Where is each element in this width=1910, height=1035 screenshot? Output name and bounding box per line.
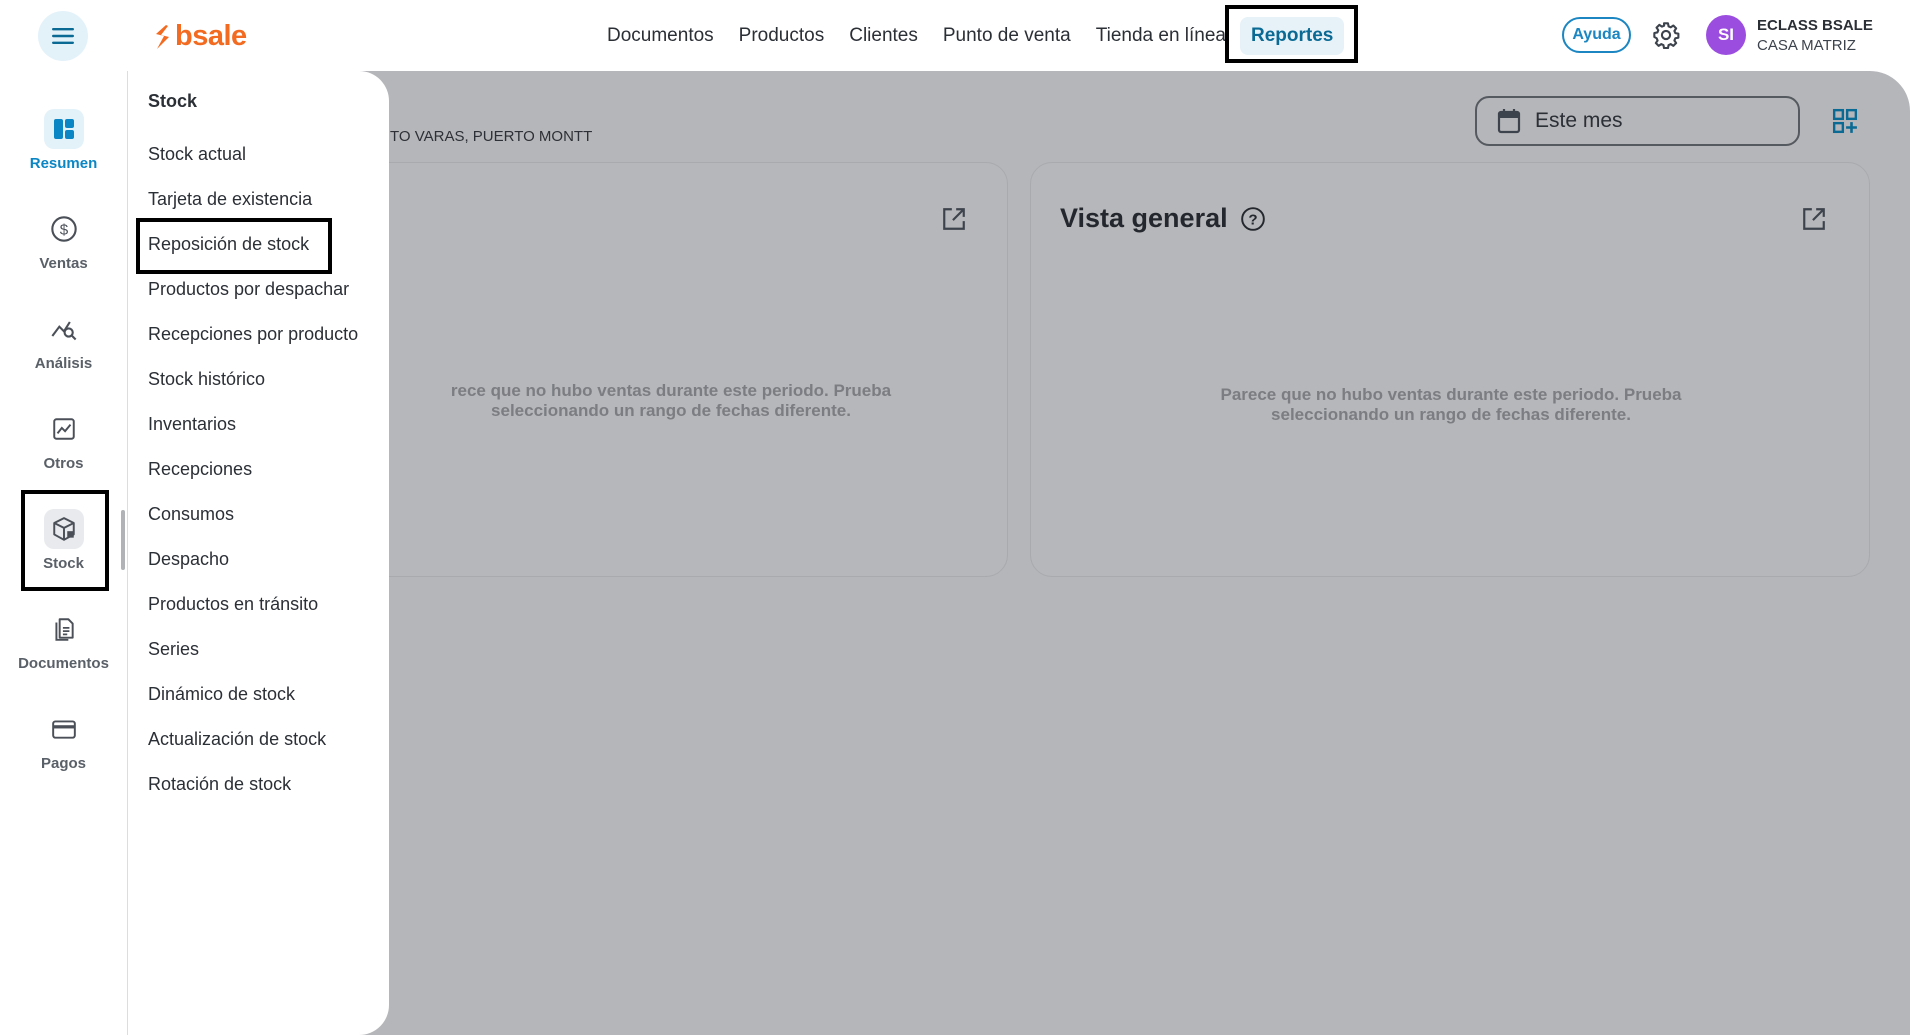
top-bar: bsale Documentos Productos Clientes Punt… [0,0,1910,71]
menu-toggle-button[interactable] [38,11,88,61]
menu-item-productos-en-transito[interactable]: Productos en tránsito [148,594,318,615]
analysis-icon [44,309,84,349]
sidebar-item-documentos[interactable]: Documentos [0,609,127,672]
empty-state-message: rece que no hubo ventas durante este per… [381,381,961,421]
highlight-box-reportes [1225,5,1358,63]
svg-text:$: $ [59,221,68,238]
sidebar-item-ventas[interactable]: $ Ventas [0,209,127,272]
sidebar-item-label: Otros [43,455,84,472]
card-title: Vista general ? [1060,203,1266,234]
date-filter-select[interactable]: Este mes [1475,96,1800,146]
logo-text: bsale [175,20,247,52]
bsale-logo[interactable]: bsale [153,20,247,53]
open-external-button[interactable] [1801,206,1827,232]
menu-item-stock-historico[interactable]: Stock histórico [148,369,265,390]
panel-scroll-handle[interactable] [121,510,125,570]
nav-punto-de-venta[interactable]: Punto de venta [943,25,1071,47]
user-name: ECLASS BSALE [1757,17,1873,34]
nav-clientes[interactable]: Clientes [849,25,918,47]
user-info[interactable]: ECLASS BSALE CASA MATRIZ [1757,17,1873,54]
help-circle-icon[interactable]: ? [1240,206,1266,232]
card-title-text: Vista general [1060,203,1228,233]
avatar[interactable]: SI [1706,15,1746,55]
hamburger-icon [52,28,74,44]
sidebar-item-label: Pagos [40,755,86,772]
external-link-icon [943,208,965,230]
highlight-box-reposicion [136,218,332,274]
menu-item-series[interactable]: Series [148,639,199,660]
sidebar-item-label: Documentos [18,655,109,672]
bsale-logo-icon [156,24,169,49]
nav-documentos[interactable]: Documentos [607,25,714,47]
menu-item-productos-por-despachar[interactable]: Productos por despachar [148,279,349,300]
menu-title: Stock [148,91,198,111]
sidebar-item-analisis[interactable]: Análisis [0,309,127,372]
add-widget-button[interactable] [1832,108,1858,134]
dollar-circle-icon: $ [44,209,84,249]
menu-item-actualizacion-de-stock[interactable]: Actualización de stock [148,729,326,750]
documents-icon [44,609,84,649]
location-text: TO VARAS, PUERTO MONTT [390,128,593,145]
help-button[interactable]: Ayuda [1562,17,1631,53]
menu-item-recepciones-por-producto[interactable]: Recepciones por producto [148,324,358,345]
chart-box-icon [44,409,84,449]
highlight-box-stock [21,490,109,591]
settings-button[interactable] [1652,21,1680,49]
summary-card-left: rece que no hubo ventas durante este per… [340,162,1008,577]
sidebar-item-pagos[interactable]: Pagos [0,709,127,772]
summary-card-vista-general: Vista general ? Parece que no hubo venta… [1030,162,1870,577]
menu-item-inventarios[interactable]: Inventarios [148,414,236,435]
user-branch: CASA MATRIZ [1757,37,1856,54]
menu-item-recepciones[interactable]: Recepciones [148,459,252,480]
sidebar-item-label: Análisis [34,355,93,372]
menu-item-stock-actual[interactable]: Stock actual [148,144,246,165]
credit-card-icon [44,709,84,749]
menu-item-despacho[interactable]: Despacho [148,549,229,570]
nav-tienda-en-linea[interactable]: Tienda en línea [1096,25,1226,47]
open-external-button[interactable] [941,206,967,232]
grid-add-icon [1832,108,1858,134]
menu-item-rotacion-de-stock[interactable]: Rotación de stock [148,774,291,795]
menu-item-tarjeta-de-existencia[interactable]: Tarjeta de existencia [148,189,312,210]
svg-text:?: ? [1248,211,1257,228]
menu-item-dinamico-de-stock[interactable]: Dinámico de stock [148,684,295,705]
external-link-icon [1803,208,1825,230]
sidebar-item-label: Resumen [29,155,98,172]
sidebar-item-resumen[interactable]: Resumen [0,109,127,172]
dashboard-icon [43,109,84,149]
date-filter-value: Este mes [1535,109,1623,132]
nav-productos[interactable]: Productos [739,25,825,47]
sidebar-item-otros[interactable]: Otros [0,409,127,472]
sidebar-item-label: Ventas [39,255,88,272]
empty-state-line2: seleccionando un rango de fechas diferen… [1271,405,1631,424]
calendar-icon [1497,109,1521,134]
empty-state-message: Parece que no hubo ventas durante este p… [1141,385,1761,425]
empty-state-line1: rece que no hubo ventas durante este per… [450,381,892,400]
gear-icon [1653,22,1680,49]
menu-item-consumos[interactable]: Consumos [148,504,234,525]
empty-state-line1: Parece que no hubo ventas durante este p… [1220,385,1682,404]
empty-state-line2: seleccionando un rango de fechas diferen… [491,401,851,420]
stock-reports-menu: Stock Stock actual Tarjeta de existencia… [127,71,389,1035]
